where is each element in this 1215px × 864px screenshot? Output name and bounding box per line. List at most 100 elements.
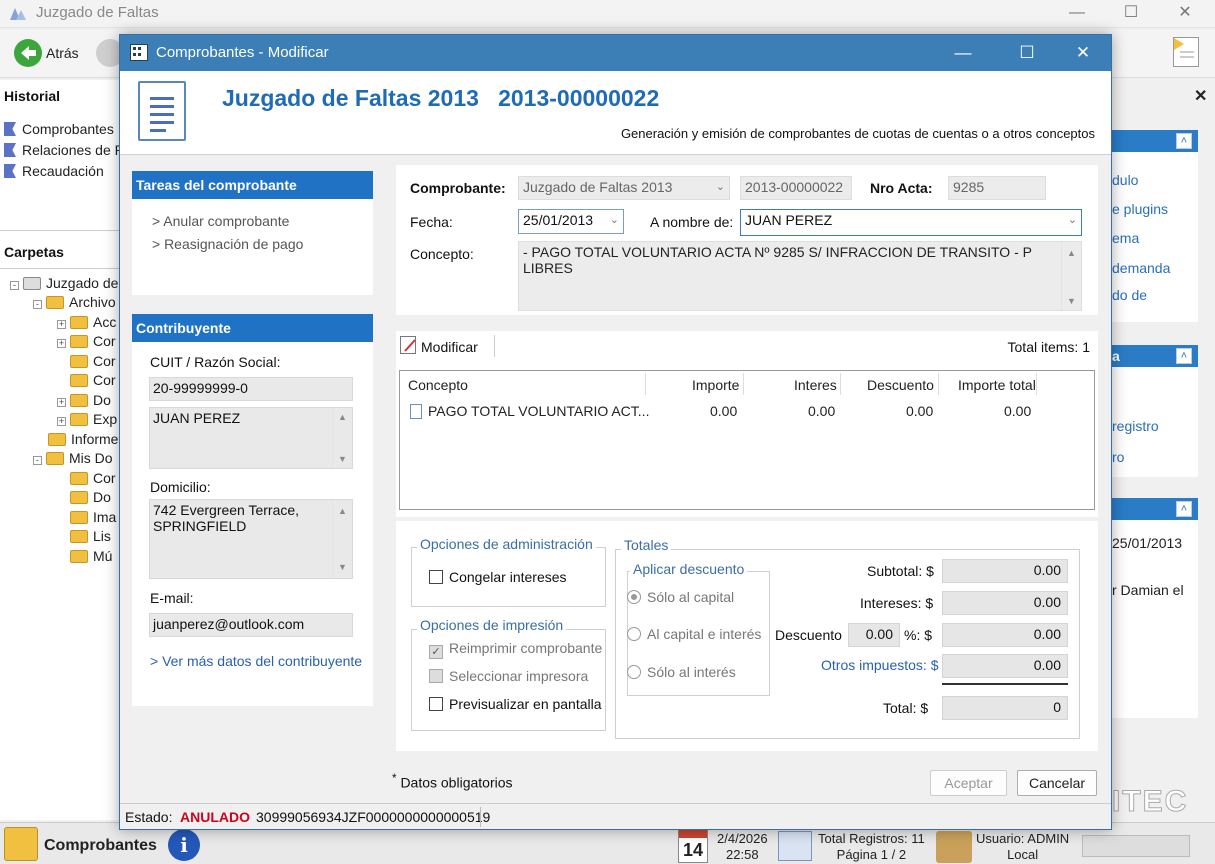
- tree-node[interactable]: + Cor: [57, 333, 116, 349]
- status-time: 22:58: [726, 847, 759, 862]
- reimprimir-checkbox[interactable]: ✓ Reimprimir comprobante: [429, 640, 602, 659]
- items-table[interactable]: Concepto Importe Interes Descuento Impor…: [399, 370, 1095, 510]
- minimize-icon[interactable]: —: [1062, 2, 1092, 24]
- subtotal-field[interactable]: 0.00: [942, 559, 1068, 583]
- ver-mas-datos-link[interactable]: > Ver más datos del contribuyente: [150, 653, 362, 669]
- scrollbar[interactable]: ▲ ▼: [332, 408, 352, 468]
- column-header[interactable]: Concepto: [408, 377, 468, 393]
- tree-node[interactable]: - Mis Do: [33, 450, 113, 466]
- tree-node[interactable]: Cor: [70, 470, 116, 486]
- right-link[interactable]: do de: [1112, 287, 1147, 303]
- flag-icon: [4, 143, 16, 157]
- concepto-label: Concepto:: [410, 246, 474, 262]
- tareas-panel: Tareas del comprobante > Anular comproba…: [132, 171, 373, 295]
- tree-node[interactable]: Mú: [70, 548, 112, 564]
- close-icon[interactable]: ✕: [1170, 2, 1200, 24]
- column-header[interactable]: Importe: [692, 377, 739, 393]
- subtotal-label: Subtotal: $: [867, 563, 934, 579]
- historial-item[interactable]: Relaciones de P: [4, 142, 124, 158]
- historial-item[interactable]: Recaudación: [4, 163, 104, 179]
- tree-node[interactable]: Do: [70, 489, 111, 505]
- header-title: Juzgado de Faltas 2013 2013-00000022: [222, 85, 660, 111]
- razon-social-field[interactable]: JUAN PEREZ ▲ ▼: [149, 407, 353, 469]
- comprobante-select[interactable]: Juzgado de Faltas 2013 ⌄: [518, 176, 730, 200]
- right-link[interactable]: demanda: [1112, 260, 1170, 276]
- totales-title: Totales: [621, 537, 672, 553]
- table-cell: 0.00: [808, 403, 836, 419]
- tree-node[interactable]: Ima: [70, 509, 116, 525]
- descuento-pct-field[interactable]: 0.00: [848, 623, 900, 647]
- historial-item[interactable]: Comprobantes: [4, 121, 114, 137]
- collapse-icon[interactable]: ˄: [1176, 133, 1192, 149]
- previsualizar-checkbox[interactable]: Previsualizar en pantalla: [429, 696, 602, 712]
- back-arrow-icon[interactable]: [14, 39, 42, 67]
- tree-node[interactable]: - Archivo: [33, 294, 116, 310]
- seleccionar-impresora-checkbox[interactable]: Seleccionar impresora: [429, 668, 588, 684]
- anular-link[interactable]: > Anular comprobante: [152, 213, 289, 229]
- tree-node[interactable]: + Acc: [57, 314, 116, 330]
- fecha-label: Fecha:: [410, 214, 453, 230]
- tree-node[interactable]: - Juzgado de: [10, 275, 118, 291]
- concepto-textarea[interactable]: - PAGO TOTAL VOLUNTARIO ACTA Nº 9285 S/ …: [518, 241, 1082, 311]
- column-header[interactable]: Descuento: [867, 377, 934, 393]
- info-icon[interactable]: i: [168, 829, 200, 861]
- close-pane-icon[interactable]: ✕: [1194, 86, 1207, 106]
- right-pane: ✕ ˄ dulo e plugins ema demanda do de a ˄ …: [1110, 80, 1215, 820]
- radio-solo-capital[interactable]: Sólo al capital: [627, 589, 734, 605]
- maximize-icon[interactable]: ☐: [1116, 2, 1146, 24]
- new-document-icon[interactable]: [1173, 37, 1199, 67]
- right-panel-2: a ˄ registro ro: [1110, 345, 1198, 477]
- radio-capital-interes[interactable]: Al capital e interés: [627, 626, 761, 642]
- tree-node[interactable]: + Exp: [57, 411, 117, 427]
- otros-impuestos-field[interactable]: 0.00: [942, 654, 1068, 678]
- collapse-icon[interactable]: ˄: [1176, 501, 1192, 517]
- radio-solo-interes[interactable]: Sólo al interés: [627, 664, 736, 680]
- collapse-icon[interactable]: ˄: [1176, 348, 1192, 364]
- scrollbar[interactable]: ▲ ▼: [1061, 242, 1081, 310]
- column-header[interactable]: Interes: [794, 377, 837, 393]
- required-note: * Datos obligatorios: [392, 772, 513, 791]
- right-link[interactable]: registro: [1112, 418, 1159, 434]
- fecha-field[interactable]: 25/01/2013 ⌄: [518, 209, 624, 234]
- barcode-value: 30999056934JZF0000000000000519: [256, 809, 491, 825]
- maximize-icon[interactable]: ☐: [1012, 41, 1042, 65]
- tree-node[interactable]: + Do: [57, 392, 111, 408]
- status-page: Página 1 / 2: [836, 847, 907, 862]
- right-link[interactable]: dulo: [1112, 172, 1138, 188]
- tree-node[interactable]: Lis: [70, 528, 111, 544]
- numero-field[interactable]: 2013-00000022: [740, 176, 852, 200]
- total-field[interactable]: 0: [942, 696, 1068, 720]
- congelar-checkbox[interactable]: Congelar intereses: [429, 569, 567, 585]
- cancelar-button[interactable]: Cancelar: [1017, 770, 1097, 796]
- tree-node[interactable]: Informe: [48, 431, 118, 447]
- right-link[interactable]: ema: [1112, 230, 1139, 246]
- table-cell: PAGO TOTAL VOLUNTARIO ACT...: [428, 403, 650, 419]
- edit-icon[interactable]: [400, 336, 416, 354]
- reasignacion-link[interactable]: > Reasignación de pago: [152, 236, 303, 252]
- back-button[interactable]: Atrás: [46, 45, 79, 61]
- nro-acta-field[interactable]: 9285: [948, 176, 1046, 200]
- tree-node[interactable]: Cor: [70, 353, 116, 369]
- right-link[interactable]: ro: [1112, 449, 1124, 465]
- otros-impuestos-link[interactable]: Otros impuestos: $: [821, 657, 939, 673]
- intereses-field[interactable]: 0.00: [942, 591, 1068, 615]
- tree-node[interactable]: Cor: [70, 372, 116, 388]
- modificar-button[interactable]: Modificar: [421, 339, 478, 355]
- right-panel-3: ˄ 25/01/2013 r Damian el: [1110, 498, 1198, 718]
- email-field[interactable]: juanperez@outlook.com: [149, 613, 353, 637]
- scrollbar[interactable]: ▲ ▼: [332, 500, 352, 578]
- items-panel: Modificar Total items: 1 Concepto Import…: [396, 331, 1098, 517]
- aceptar-button[interactable]: Aceptar: [930, 770, 1007, 796]
- minimize-icon[interactable]: —: [948, 41, 978, 65]
- descuento-field[interactable]: 0.00: [942, 623, 1068, 647]
- status-module: Comprobantes: [44, 837, 157, 854]
- column-header[interactable]: Importe total: [958, 377, 1036, 393]
- right-link[interactable]: e plugins: [1112, 201, 1168, 217]
- right-panel-1: ˄ dulo e plugins ema demanda do de: [1110, 130, 1198, 322]
- domicilio-field[interactable]: 742 Evergreen Terrace, SPRINGFIELD ▲ ▼: [149, 499, 353, 579]
- a-nombre-field[interactable]: JUAN PEREZ ⌄: [740, 209, 1082, 236]
- cuit-field[interactable]: 20-99999999-0: [149, 377, 353, 401]
- descuento-label: Descuento: [775, 627, 842, 643]
- cuit-label: CUIT / Razón Social:: [150, 354, 281, 370]
- close-icon[interactable]: ✕: [1068, 41, 1098, 65]
